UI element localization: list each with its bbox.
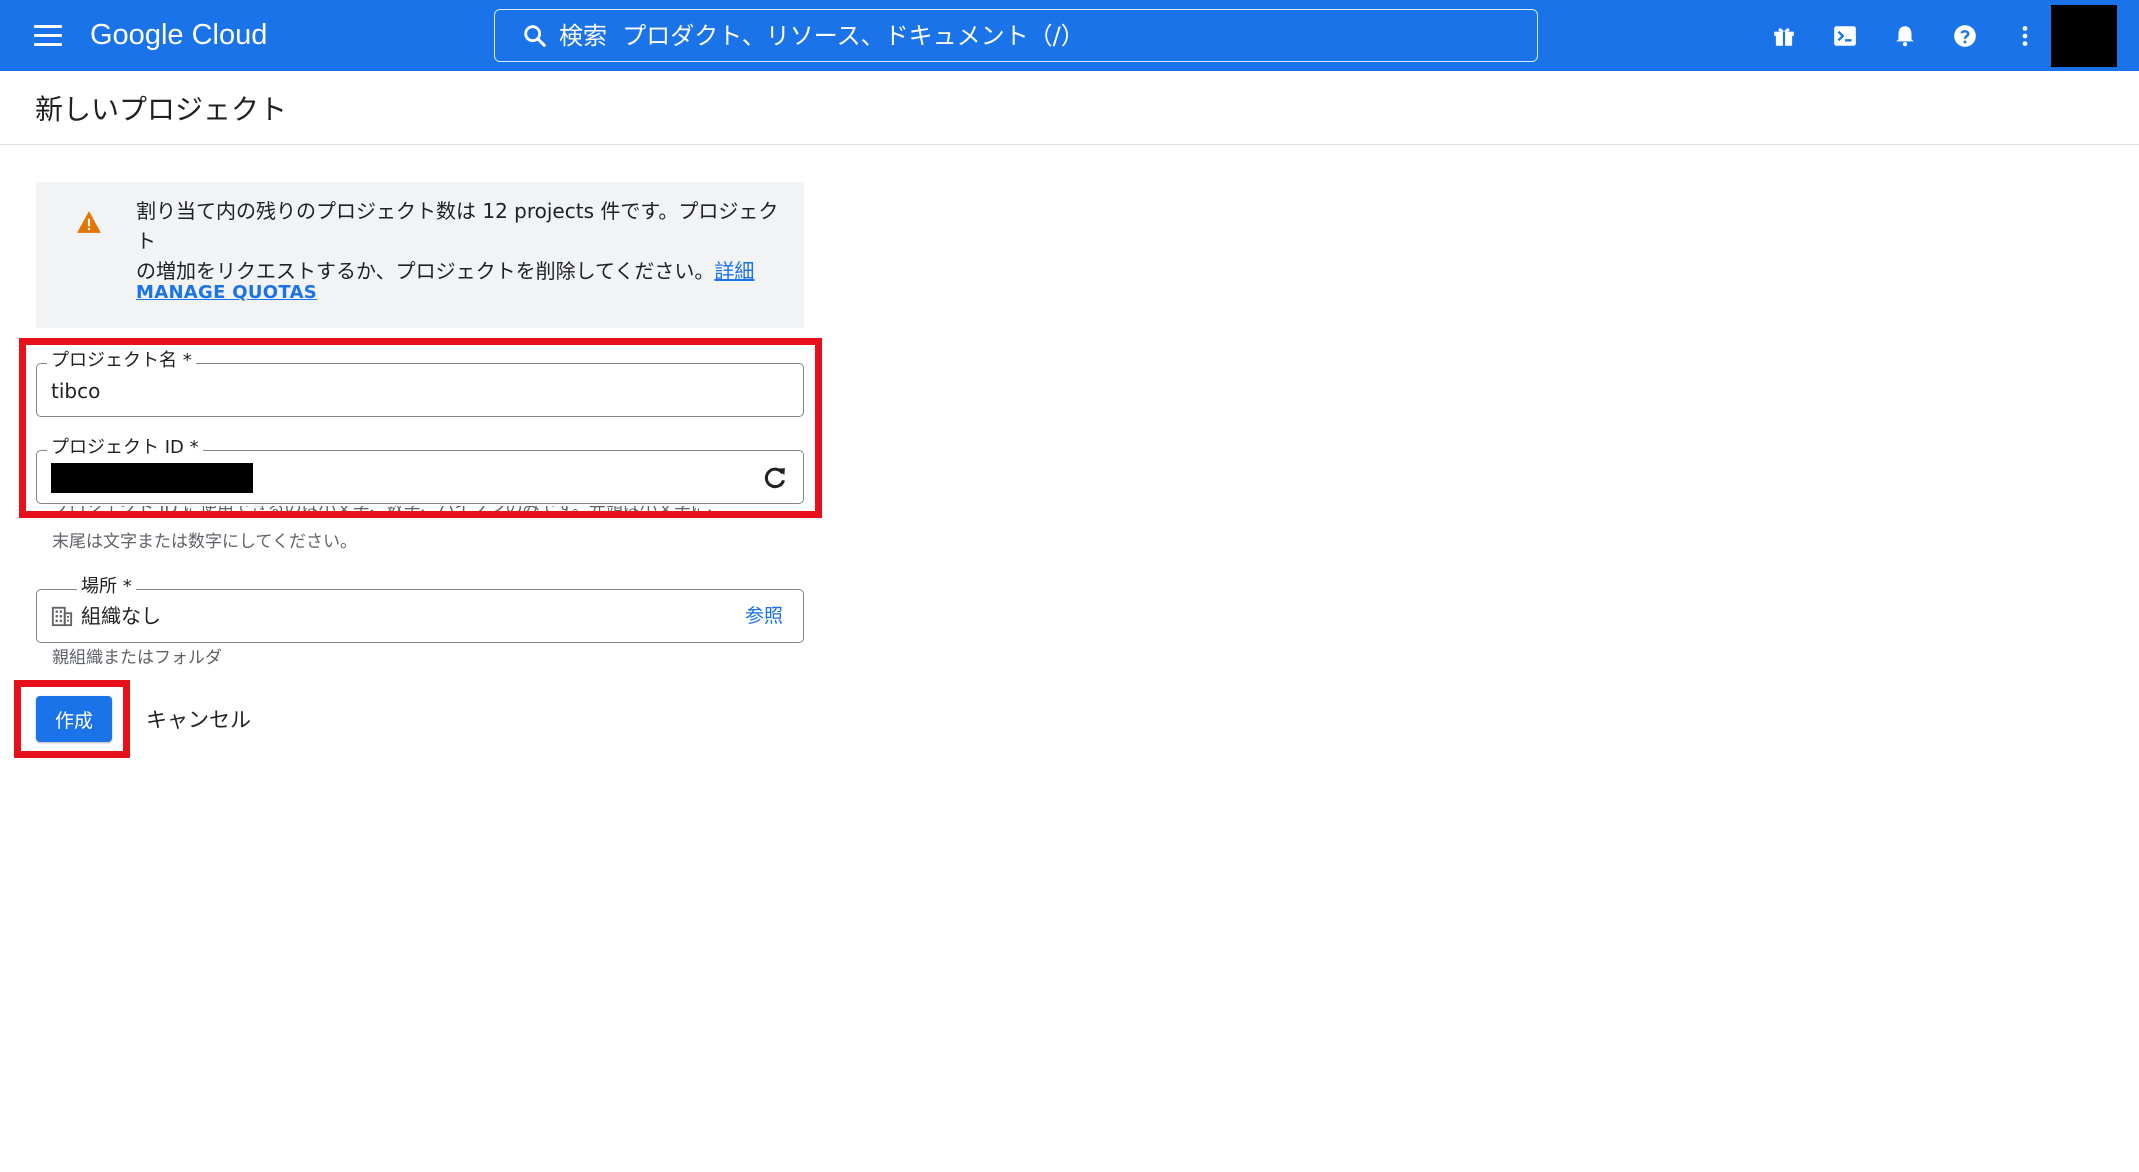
location-helper: 親組織またはフォルダ [52, 648, 222, 668]
project-id-helper-line2: 末尾は文字または数字にしてください。 [52, 532, 357, 552]
browse-button[interactable]: 参照 [745, 603, 783, 629]
header-divider [0, 144, 2139, 145]
help-icon[interactable] [1949, 20, 1981, 52]
quota-warning-line2: の増加をリクエストするか、プロジェクトを削除してください。 [136, 259, 715, 283]
details-link[interactable]: 詳細 [714, 259, 754, 283]
cancel-button[interactable]: キャンセル [138, 696, 259, 742]
page-title: 新しいプロジェクト [35, 93, 288, 126]
avatar[interactable] [2051, 5, 2117, 67]
quota-warning-text: 割り当て内の残りのプロジェクト数は 12 projects 件です。プロジェクト… [136, 196, 786, 286]
quota-warning: 割り当て内の残りのプロジェクト数は 12 projects 件です。プロジェクト… [36, 182, 804, 328]
location-value: 組織なし [81, 604, 161, 628]
highlight-box-create [14, 680, 130, 758]
location-label: 場所 * [77, 576, 136, 598]
bell-icon[interactable] [1889, 20, 1921, 52]
gift-icon[interactable] [1768, 20, 1800, 52]
highlight-box-fields [19, 338, 822, 518]
warning-icon [77, 211, 101, 233]
menu-icon[interactable] [28, 20, 68, 52]
search-input[interactable] [559, 15, 1537, 56]
search-bar[interactable] [494, 9, 1538, 62]
quota-warning-line1: 割り当て内の残りのプロジェクト数は 12 projects 件です。プロジェクト [136, 199, 779, 253]
top-bar: Google Cloud [0, 0, 2139, 71]
manage-quotas-link[interactable]: MANAGE QUOTAS [136, 282, 317, 303]
building-icon [51, 606, 73, 627]
more-vert-icon[interactable] [2009, 20, 2041, 52]
location-field[interactable]: 場所 * 組織なし 参照 [36, 576, 804, 643]
search-icon [524, 24, 546, 47]
google-cloud-logo[interactable]: Google Cloud [90, 16, 267, 54]
terminal-icon[interactable] [1829, 20, 1861, 52]
